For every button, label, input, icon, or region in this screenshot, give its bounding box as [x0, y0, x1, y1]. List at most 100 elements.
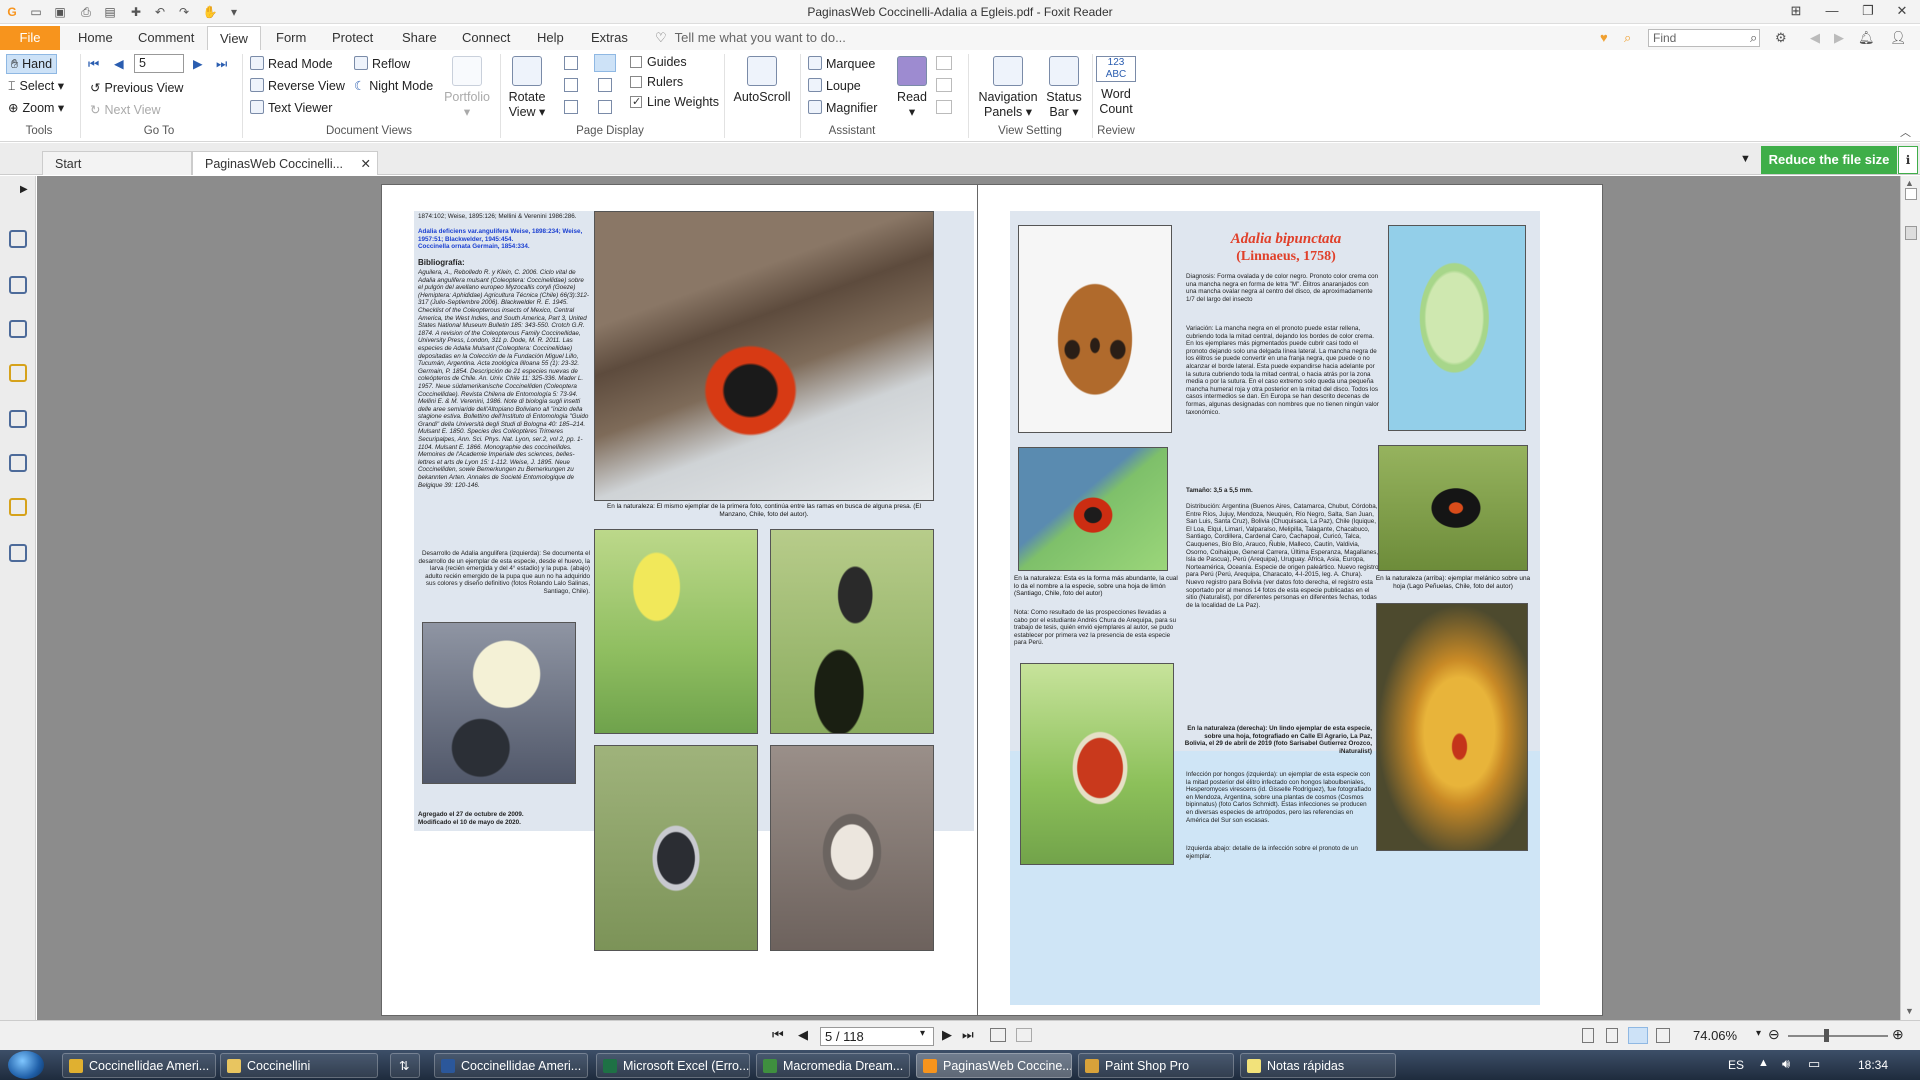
split-view-icon[interactable]: [1905, 188, 1917, 200]
prev-page-status-icon[interactable]: ◀: [798, 1027, 808, 1043]
expand-panel-icon[interactable]: ▶: [20, 184, 28, 195]
navigation-panels-button[interactable]: Navigation Panels ▾: [976, 56, 1040, 120]
taskbar-item-paintshop[interactable]: Paint Shop Pro: [1078, 1053, 1234, 1078]
auto-scroll-page-icon[interactable]: [598, 100, 612, 114]
status-bar-button[interactable]: Status Bar ▾: [1040, 56, 1088, 120]
collapse-ribbon-icon[interactable]: ︿: [1900, 124, 1911, 140]
volume-icon[interactable]: 🔊︎: [1782, 1056, 1790, 1072]
clock[interactable]: 18:34: [1858, 1058, 1888, 1072]
reflow-button[interactable]: Reflow: [354, 56, 410, 72]
first-page-icon[interactable]: ⏮: [88, 56, 99, 72]
tab-connect[interactable]: Connect: [450, 26, 522, 50]
back-arrow-icon[interactable]: ◀: [1810, 30, 1820, 46]
pages-panel-icon[interactable]: [9, 276, 27, 294]
taskbar-item-folder[interactable]: Coccinellini: [220, 1053, 378, 1078]
continuous-facing-status-icon[interactable]: [1656, 1028, 1670, 1043]
zoom-level[interactable]: 74.06%: [1693, 1028, 1737, 1043]
night-mode-button[interactable]: ☾ Night Mode: [354, 78, 433, 94]
next-view-status-icon[interactable]: [1016, 1028, 1032, 1042]
marquee-button[interactable]: Marquee: [808, 56, 875, 72]
autoscroll-button[interactable]: AutoScroll: [732, 56, 792, 105]
taskbar-item-excel[interactable]: Microsoft Excel (Erro...: [596, 1053, 750, 1078]
info-icon[interactable]: ℹ: [1898, 146, 1918, 174]
taskbar-item-foxit[interactable]: PaginasWeb Coccine...: [916, 1053, 1072, 1078]
attachments-panel-icon[interactable]: [9, 410, 27, 428]
continuous-facing-icon[interactable]: [598, 78, 612, 92]
single-page-status-icon[interactable]: [1582, 1028, 1594, 1043]
user-icon[interactable]: 👤︎: [1890, 30, 1907, 46]
goto-page-input[interactable]: 5: [134, 54, 184, 73]
scroll-thumb[interactable]: [1905, 226, 1917, 240]
rotate-view-button[interactable]: Rotate View ▾: [504, 56, 550, 120]
read-option-1-icon[interactable]: [936, 56, 952, 70]
heart-icon[interactable]: ♥: [1600, 30, 1608, 45]
read-option-3-icon[interactable]: [936, 100, 952, 114]
text-viewer-button[interactable]: Text Viewer: [250, 100, 332, 116]
prev-page-icon[interactable]: ◀: [114, 56, 124, 72]
zoom-in-icon[interactable]: ⊕: [1892, 1026, 1904, 1043]
select-tool-button[interactable]: ⌶ Select ▾: [8, 78, 64, 94]
taskbar-item-word[interactable]: Coccinellidae Ameri...: [434, 1053, 588, 1078]
continuous-icon[interactable]: [564, 78, 578, 92]
separate-cover-icon[interactable]: [564, 100, 578, 114]
single-page-icon[interactable]: [564, 56, 578, 70]
tell-me-search[interactable]: ♡ Tell me what you want to do...: [655, 26, 846, 50]
hand-tool-button[interactable]: ✋︎ Hand: [6, 54, 58, 74]
bookmark-panel-icon[interactable]: [9, 230, 27, 248]
zoom-tool-button[interactable]: ⊕ Zoom ▾: [8, 100, 64, 116]
tab-active-document[interactable]: PaginasWeb Coccinelli... ✕: [192, 151, 378, 175]
zoom-slider[interactable]: [1788, 1035, 1888, 1037]
next-view-button[interactable]: ↻ Next View: [90, 102, 161, 118]
loupe-button[interactable]: Loupe: [808, 78, 861, 94]
scroll-up-icon[interactable]: ▲: [1905, 178, 1914, 188]
comments-panel-icon[interactable]: [9, 364, 27, 382]
facing-status-icon[interactable]: [1628, 1027, 1648, 1044]
content-panel-icon[interactable]: [9, 544, 27, 562]
reverse-view-button[interactable]: Reverse View: [250, 78, 345, 94]
find-input[interactable]: Find: [1648, 29, 1760, 47]
language-indicator[interactable]: ES: [1728, 1058, 1744, 1072]
previous-view-status-icon[interactable]: [990, 1028, 1006, 1042]
ribbon-layout-icon[interactable]: ⊞: [1782, 2, 1810, 20]
tab-home[interactable]: Home: [66, 26, 125, 50]
continuous-status-icon[interactable]: [1606, 1028, 1618, 1043]
network-tray-icon[interactable]: ▭: [1808, 1056, 1820, 1072]
minimize-button[interactable]: —: [1818, 2, 1846, 20]
guides-checkbox[interactable]: Guides: [630, 54, 687, 70]
close-window-button[interactable]: ✕: [1888, 2, 1916, 20]
line-weights-checkbox[interactable]: Line Weights: [630, 94, 719, 110]
word-count-button[interactable]: 123 ABC Word Count: [1096, 56, 1136, 117]
read-mode-button[interactable]: Read Mode: [250, 56, 333, 72]
read-aloud-button[interactable]: Read ▾: [892, 56, 932, 120]
bell-icon[interactable]: 🔔︎: [1858, 30, 1875, 46]
signature-panel-icon[interactable]: [9, 454, 27, 472]
page-number-input[interactable]: 5 / 118: [820, 1027, 934, 1046]
vertical-scrollbar[interactable]: ▲ ▼: [1900, 176, 1920, 1020]
tab-help[interactable]: Help: [525, 26, 576, 50]
rulers-checkbox[interactable]: Rulers: [630, 74, 683, 90]
start-button[interactable]: [8, 1051, 44, 1079]
forward-arrow-icon[interactable]: ▶: [1834, 30, 1844, 46]
maximize-button[interactable]: ❐: [1854, 2, 1882, 20]
scroll-down-icon[interactable]: ▼: [1905, 1006, 1914, 1016]
magnifier-button[interactable]: Magnifier: [808, 100, 877, 116]
gear-icon[interactable]: ⚙: [1775, 30, 1787, 46]
next-page-icon[interactable]: ▶: [193, 56, 203, 72]
tab-start[interactable]: Start: [42, 151, 192, 175]
taskbar-item-network[interactable]: ⇅: [390, 1053, 420, 1078]
first-page-status-icon[interactable]: ⏮: [772, 1027, 784, 1043]
search-doc-icon[interactable]: ⌕: [1624, 30, 1631, 46]
tab-list-dropdown-icon[interactable]: ▼: [1740, 153, 1751, 165]
taskbar-item-sticky-notes[interactable]: Notas rápidas: [1240, 1053, 1396, 1078]
taskbar-item-chrome[interactable]: Coccinellidae Ameri...: [62, 1053, 216, 1078]
security-panel-icon[interactable]: [9, 498, 27, 516]
tab-share[interactable]: Share: [390, 26, 449, 50]
last-page-status-icon[interactable]: ⏭: [962, 1027, 974, 1043]
tab-extras[interactable]: Extras: [579, 26, 640, 50]
tray-expand-icon[interactable]: ▲: [1758, 1057, 1769, 1069]
close-tab-icon[interactable]: ✕: [361, 152, 371, 176]
reduce-file-size-button[interactable]: Reduce the file size: [1761, 146, 1897, 174]
search-icon[interactable]: ⌕: [1750, 30, 1757, 46]
read-option-2-icon[interactable]: [936, 78, 952, 92]
zoom-slider-thumb[interactable]: [1824, 1029, 1829, 1042]
